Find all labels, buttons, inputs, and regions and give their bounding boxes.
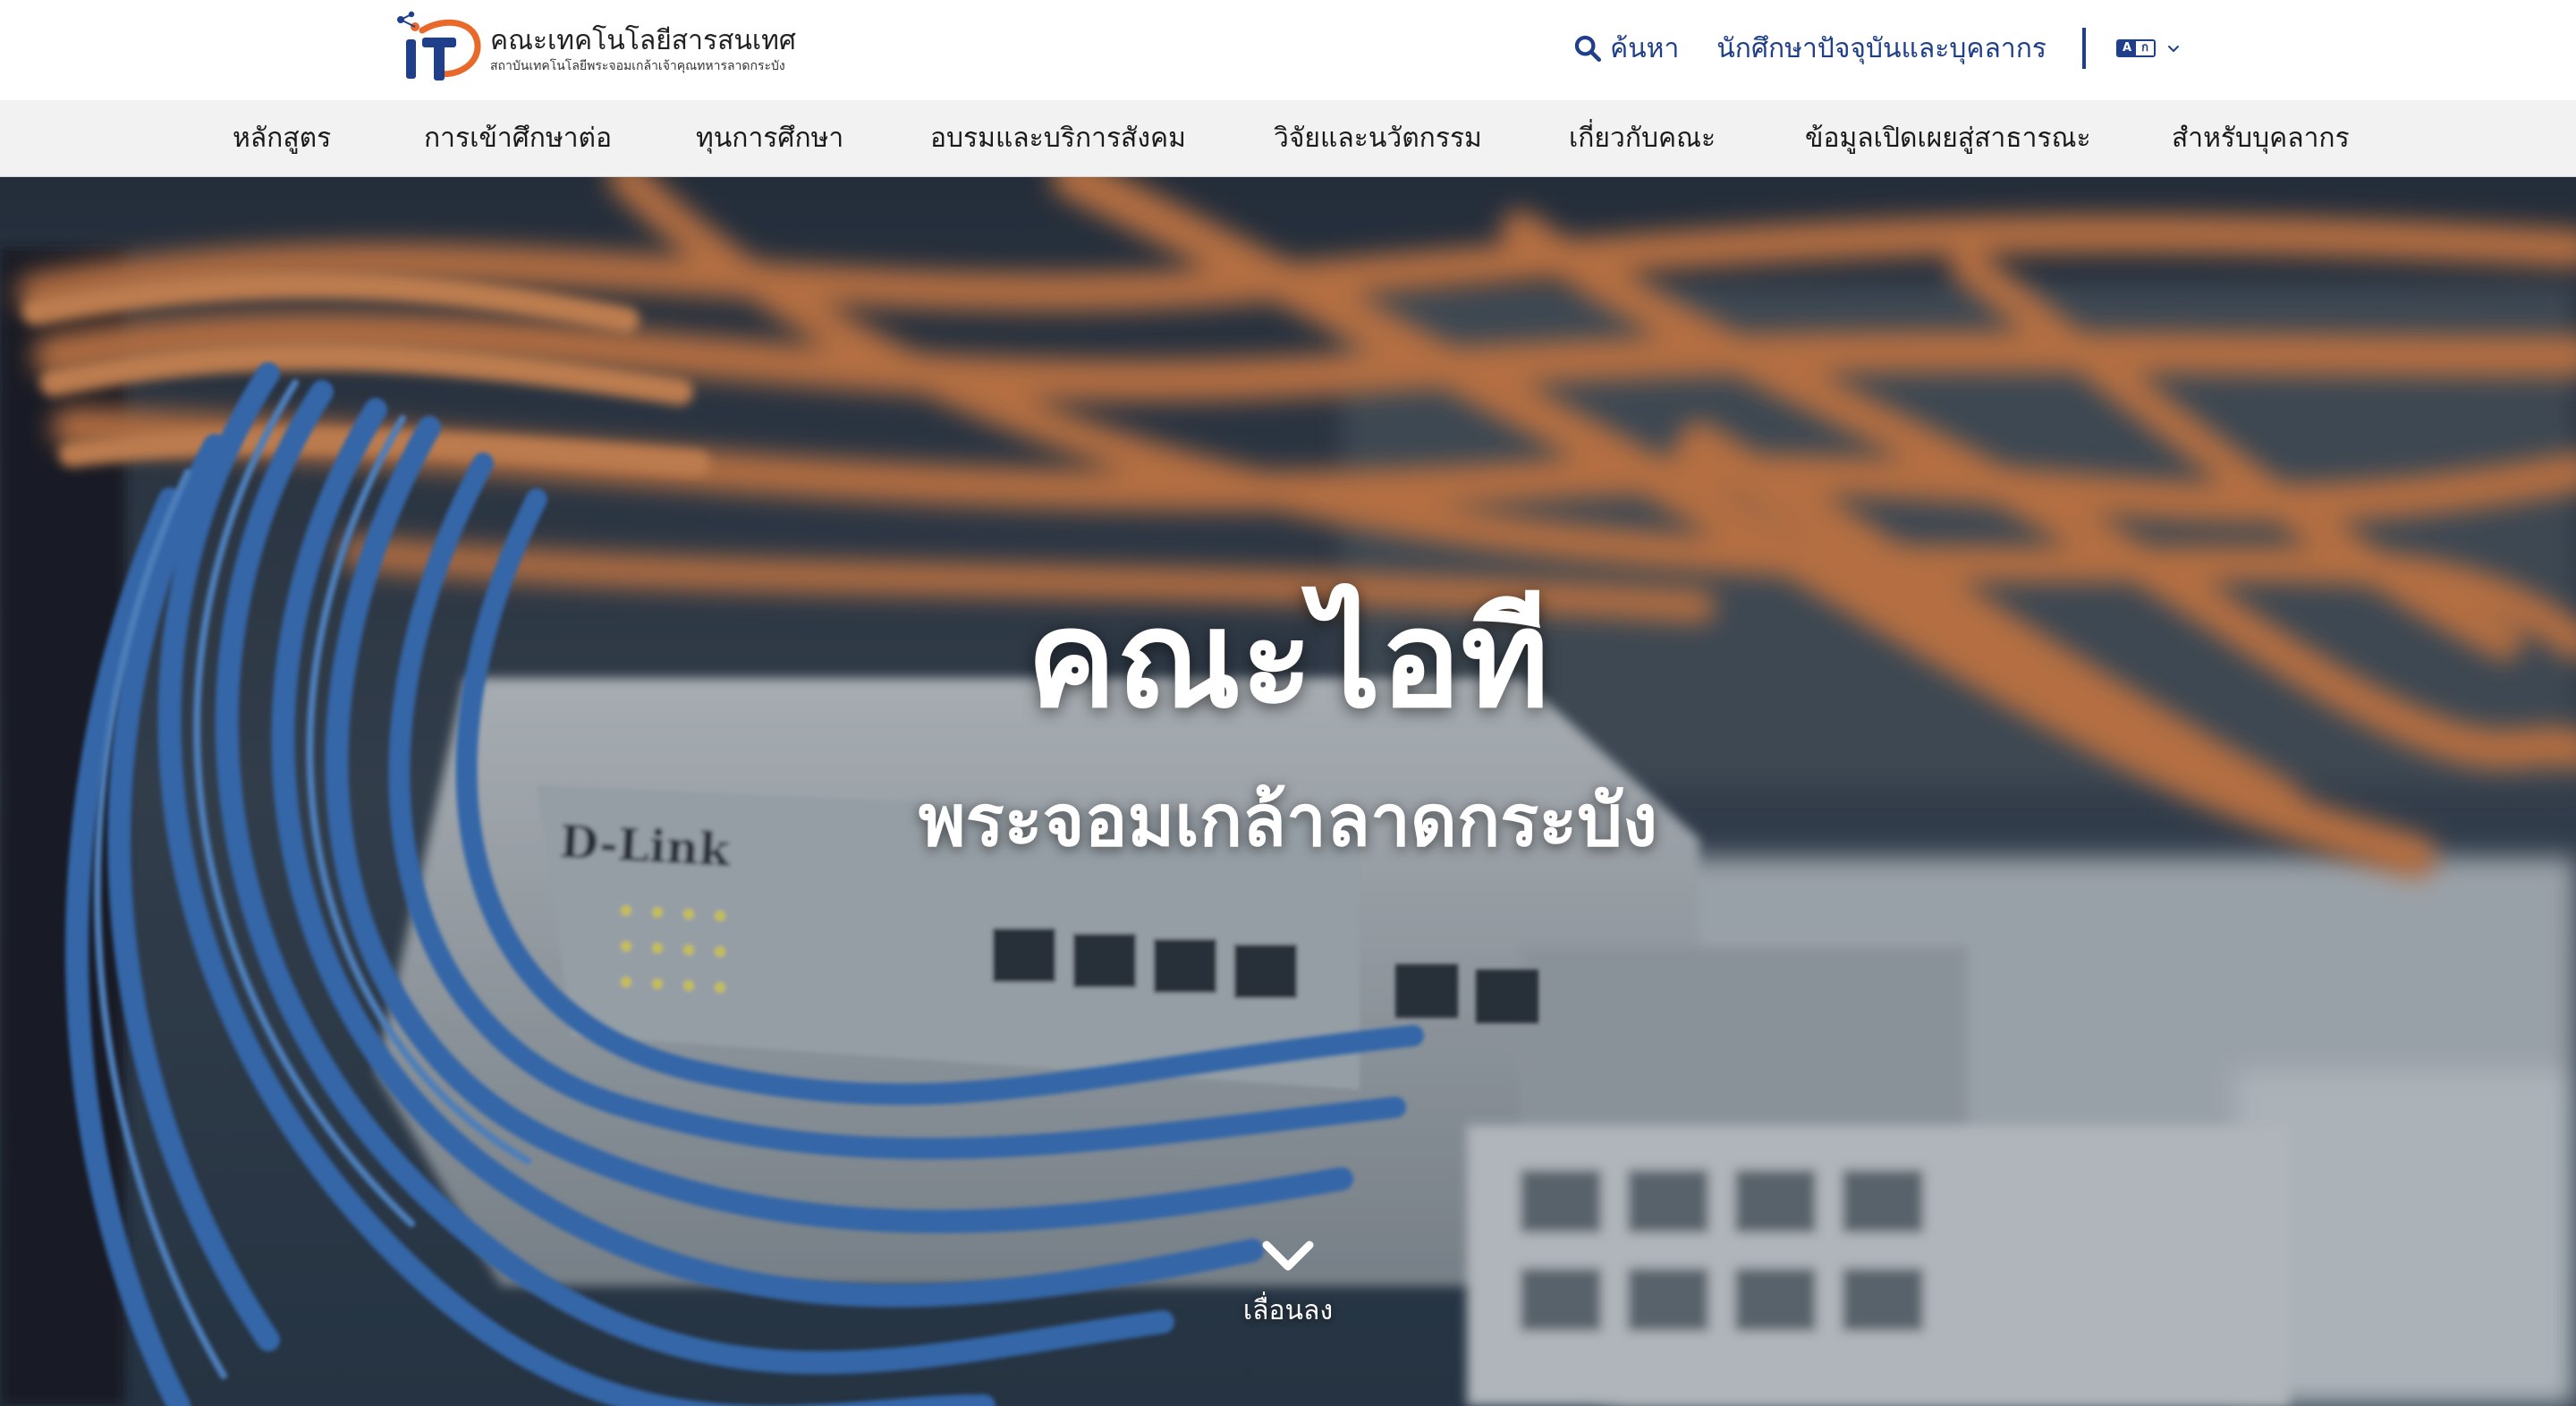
logo-subtitle: สถาบันเทคโนโลยีพระจอมเกล้าเจ้าคุณทหารลาด… [490,59,785,73]
hero-section: D-Link คณะไอที พระจอมเกล้าลาดกระบัง เลื่… [0,177,2576,1406]
hero-subtitle: พระจอมเกล้าลาดกระบัง [918,779,1658,862]
nav-item-research-innovation[interactable]: วิจัยและนวัตกรรม [1274,100,1482,177]
chevron-down-icon [1262,1241,1314,1271]
nav-item-public-disclosure[interactable]: ข้อมูลเปิดเผยสู่สาธารณะ [1805,100,2091,177]
header-divider [2082,28,2086,69]
scroll-down-button[interactable]: เลื่อนลง [1199,1238,1377,1363]
language-switcher[interactable]: Aก [2116,39,2182,57]
search-icon [1574,35,1602,63]
main-nav-list: หลักสูตร การเข้าศึกษาต่อ ทุนการศึกษา อบร… [0,100,2576,177]
it-logo-icon [397,11,481,80]
header-actions: ค้นหา นักศึกษาปัจจุบันและบุคลากร Aก [1572,25,2182,72]
search-button[interactable]: ค้นหา [1572,28,1679,70]
search-label: ค้นหา [1610,32,1680,64]
hero-title: คณะไอที [1026,582,1550,738]
logo-text: คณะเทคโนโลยีสารสนเทศ สถาบันเทคโนโลยีพระจ… [490,24,796,74]
nav-item-admission[interactable]: การเข้าศึกษาต่อ [424,100,612,177]
nav-item-scholarships[interactable]: ทุนการศึกษา [696,100,843,177]
scroll-down-label: เลื่อนลง [1242,1295,1334,1326]
translate-icon: Aก [2116,39,2156,57]
nav-item-staff[interactable]: สำหรับบุคลากร [2172,100,2350,177]
site-logo[interactable]: คณะเทคโนโลยีสารสนเทศ สถาบันเทคโนโลยีพระจ… [392,11,796,88]
students-staff-link[interactable]: นักศึกษาปัจจุบันและบุคลากร [1716,28,2046,70]
logo-title: คณะเทคโนโลยีสารสนเทศ [490,25,796,56]
nav-item-curriculum[interactable]: หลักสูตร [233,100,331,177]
nav-item-about[interactable]: เกี่ยวกับคณะ [1569,100,1716,177]
main-nav: หลักสูตร การเข้าศึกษาต่อ ทุนการศึกษา อบร… [0,100,2576,177]
nav-item-training-services[interactable]: อบรมและบริการสังคม [930,100,1186,177]
chevron-down-icon [2168,46,2179,52]
site-header: คณะเทคโนโลยีสารสนเทศ สถาบันเทคโนโลยีพระจ… [0,0,2576,100]
